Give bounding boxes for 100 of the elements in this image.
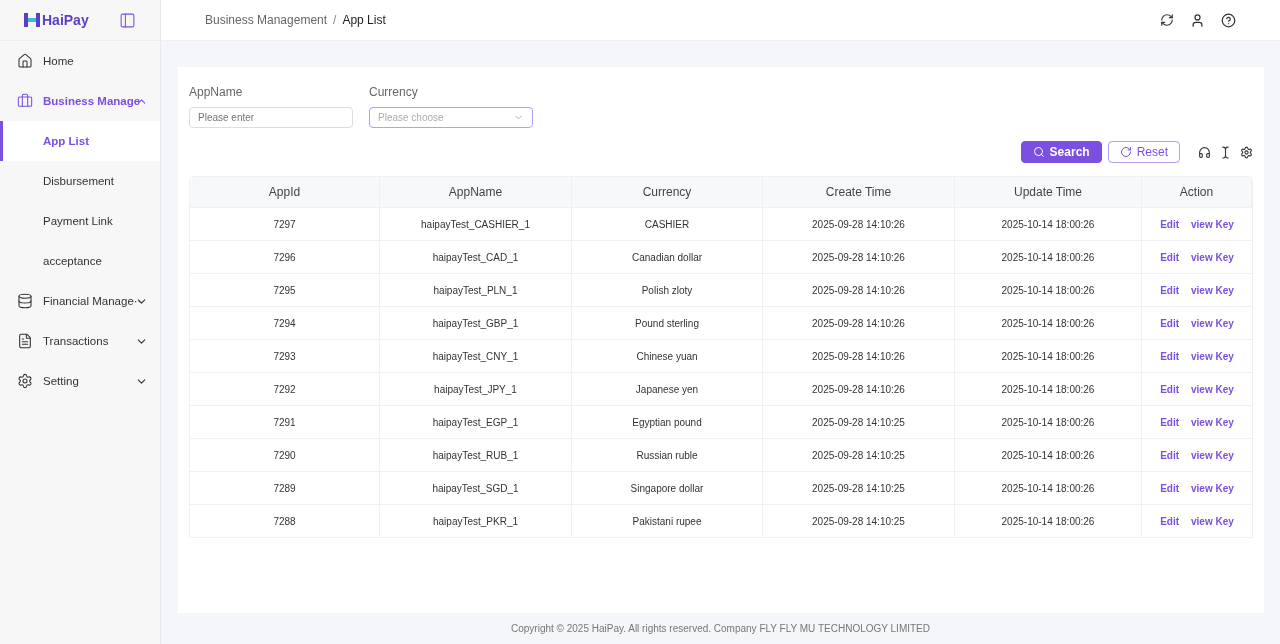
table-cell: 2025-10-14 18:00:26 [955, 504, 1142, 537]
table-cell: 2025-10-14 18:00:26 [955, 471, 1142, 504]
table-cell: Pound sterling [572, 306, 763, 339]
view-key-link[interactable]: view Key [1191, 383, 1234, 395]
table-cell: 7294 [190, 306, 380, 339]
table-cell: 2025-09-28 14:10:26 [763, 372, 955, 405]
edit-link[interactable]: Edit [1160, 251, 1180, 263]
reset-icon [1119, 146, 1132, 158]
sidebar-subitem[interactable]: Disbursement [0, 161, 160, 201]
logo-icon [24, 13, 40, 27]
sidebar-item[interactable]: Setting [0, 361, 160, 401]
table-cell: 2025-09-28 14:10:26 [763, 273, 955, 306]
table-cell: Pakistani rupee [572, 504, 763, 537]
table-cell: haipayTest_SGD_1 [380, 471, 572, 504]
refresh-icon[interactable] [1160, 12, 1174, 27]
edit-link[interactable]: Edit [1160, 218, 1180, 230]
logo-text: HaiPay [42, 12, 89, 28]
edit-link[interactable]: Edit [1160, 383, 1180, 395]
table-cell: 7296 [190, 240, 380, 273]
column-header: AppId [190, 177, 380, 207]
table-cell: 2025-10-14 18:00:26 [955, 207, 1142, 240]
sidebar-item[interactable]: Home [0, 41, 160, 81]
view-key-link[interactable]: view Key [1191, 251, 1234, 263]
appname-input[interactable]: Please enter [189, 107, 353, 128]
headset-icon[interactable] [1198, 145, 1211, 159]
table-cell: 7293 [190, 339, 380, 372]
table-cell: Japanese yen [572, 372, 763, 405]
edit-link[interactable]: Edit [1160, 416, 1180, 428]
table-cell: 7288 [190, 504, 380, 537]
settings-icon [17, 373, 33, 389]
edit-link[interactable]: Edit [1160, 482, 1180, 494]
view-key-link[interactable]: view Key [1191, 317, 1234, 329]
table-cell: 2025-09-28 14:10:26 [763, 339, 955, 372]
edit-link[interactable]: Edit [1160, 449, 1180, 461]
user-icon[interactable] [1190, 12, 1205, 28]
view-key-link[interactable]: view Key [1191, 416, 1234, 428]
table-cell: 2025-09-28 14:10:25 [763, 438, 955, 471]
column-header: Action [1142, 177, 1252, 207]
search-button[interactable]: Search [1020, 141, 1102, 163]
table-cell: 2025-09-28 14:10:25 [763, 471, 955, 504]
help-icon[interactable] [1221, 12, 1236, 28]
sidebar-subitem[interactable]: Payment Link [0, 201, 160, 241]
table-cell: 2025-10-14 18:00:26 [955, 273, 1142, 306]
view-key-link[interactable]: view Key [1191, 482, 1234, 494]
table-cell: 2025-09-28 14:10:25 [763, 405, 955, 438]
settings-icon[interactable] [1240, 145, 1253, 159]
sidebar-subitem[interactable]: acceptance [0, 241, 160, 281]
sidebar-item[interactable]: Financial Manage·· [0, 281, 160, 321]
sidebar-item[interactable]: Business Manage [0, 81, 160, 121]
table-cell: Polish zloty [572, 273, 763, 306]
table-cell: 7291 [190, 405, 380, 438]
table-cell: 2025-10-14 18:00:26 [955, 372, 1142, 405]
table-cell: CASHIER [572, 207, 763, 240]
table-cell: haipayTest_GBP_1 [380, 306, 572, 339]
breadcrumb-separator: / [333, 13, 337, 27]
text-cursor-icon[interactable] [1219, 145, 1232, 159]
sidebar-subitem[interactable]: App List [0, 121, 160, 161]
edit-link[interactable]: Edit [1160, 350, 1180, 362]
table-cell: 7289 [190, 471, 380, 504]
column-header: Currency [572, 177, 763, 207]
home-icon [17, 53, 33, 69]
table-cell: Singapore dollar [572, 471, 763, 504]
edit-link[interactable]: Edit [1160, 317, 1180, 329]
view-key-link[interactable]: view Key [1191, 350, 1234, 362]
view-key-link[interactable]: view Key [1191, 515, 1234, 527]
table-cell: 2025-10-14 18:00:26 [955, 306, 1142, 339]
column-header: AppName [380, 177, 572, 207]
filter-label: AppName [189, 85, 244, 99]
view-key-link[interactable]: view Key [1191, 284, 1234, 296]
column-header: Update Time [955, 177, 1142, 207]
table-cell: 2025-09-28 14:10:25 [763, 504, 955, 537]
table-cell: haipayTest_CASHIER_1 [380, 207, 572, 240]
table-cell: 7290 [190, 438, 380, 471]
sidebar-item[interactable]: Transactions [0, 321, 160, 361]
edit-link[interactable]: Edit [1160, 515, 1180, 527]
reset-button[interactable]: Reset [1107, 141, 1180, 163]
table-cell: Chinese yuan [572, 339, 763, 372]
edit-link[interactable]: Edit [1160, 284, 1180, 296]
view-key-link[interactable]: view Key [1191, 449, 1234, 461]
table-cell: Egyptian pound [572, 405, 763, 438]
table-cell: 7297 [190, 207, 380, 240]
table-cell: 2025-10-14 18:00:26 [955, 240, 1142, 273]
table-cell: haipayTest_CAD_1 [380, 240, 572, 273]
table-cell: 2025-09-28 14:10:26 [763, 207, 955, 240]
sidebar-toggle-icon[interactable] [119, 11, 136, 29]
table-cell: haipayTest_RUB_1 [380, 438, 572, 471]
document-icon [17, 333, 33, 349]
breadcrumb-item[interactable]: Business Management [205, 13, 328, 27]
table-cell: 2025-10-14 18:00:26 [955, 405, 1142, 438]
table-cell: haipayTest_CNY_1 [380, 339, 572, 372]
table-cell: haipayTest_PKR_1 [380, 504, 572, 537]
search-icon [1032, 146, 1045, 158]
table-cell: haipayTest_PLN_1 [380, 273, 572, 306]
column-header: Create Time [763, 177, 955, 207]
breadcrumb-item: App List [342, 13, 386, 27]
table-cell: 2025-09-28 14:10:26 [763, 306, 955, 339]
view-key-link[interactable]: view Key [1191, 218, 1234, 230]
briefcase-icon [17, 93, 33, 109]
table-cell: 2025-10-14 18:00:26 [955, 339, 1142, 372]
footer-text: Copyright © 2025 HaiPay. All rights reserved. Company FLY FLY MU TECHNOLOGY LIMITED [510, 622, 931, 636]
